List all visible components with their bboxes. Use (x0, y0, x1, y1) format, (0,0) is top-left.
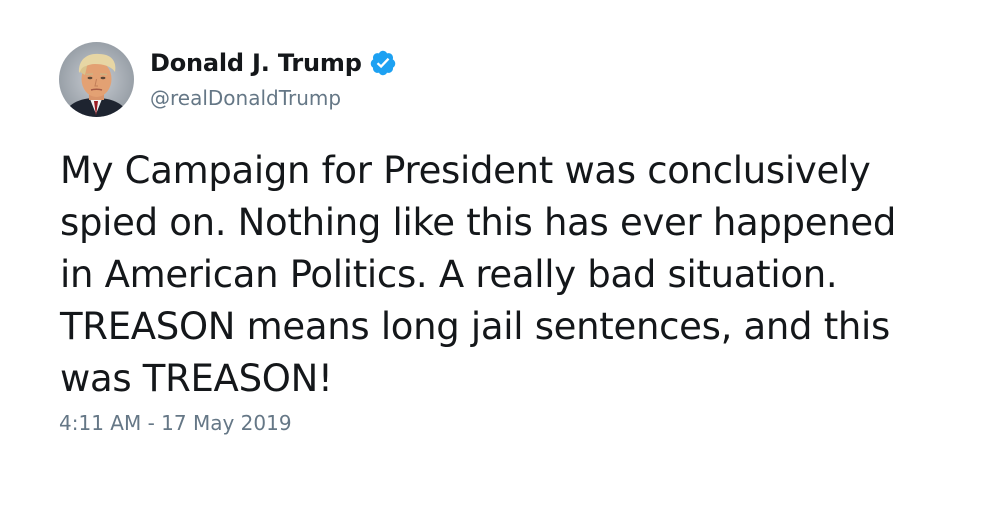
author-name-row[interactable]: Donald J. Trump (150, 46, 397, 80)
user-handle[interactable]: @realDonaldTrump (150, 86, 341, 110)
tweet-timestamp[interactable]: 4:11 AM - 17 May 2019 (59, 411, 292, 435)
tweet-text-line: in American Politics. A really bad situa… (60, 253, 838, 296)
tweet-text-line: TREASON means long jail sentences, and t… (60, 305, 891, 348)
display-name[interactable]: Donald J. Trump (150, 49, 362, 77)
avatar-photo-icon (59, 42, 134, 117)
tweet-text: My Campaign for President was conclusive… (60, 145, 960, 405)
tweet-text-line: spied on. Nothing like this has ever hap… (60, 201, 897, 244)
verified-badge-icon (369, 49, 397, 77)
tweet-card: Donald J. Trump @realDonaldTrump My Camp… (0, 0, 999, 515)
avatar[interactable] (59, 42, 134, 117)
tweet-text-line: My Campaign for President was conclusive… (60, 149, 871, 192)
tweet-text-line: was TREASON! (60, 357, 333, 400)
